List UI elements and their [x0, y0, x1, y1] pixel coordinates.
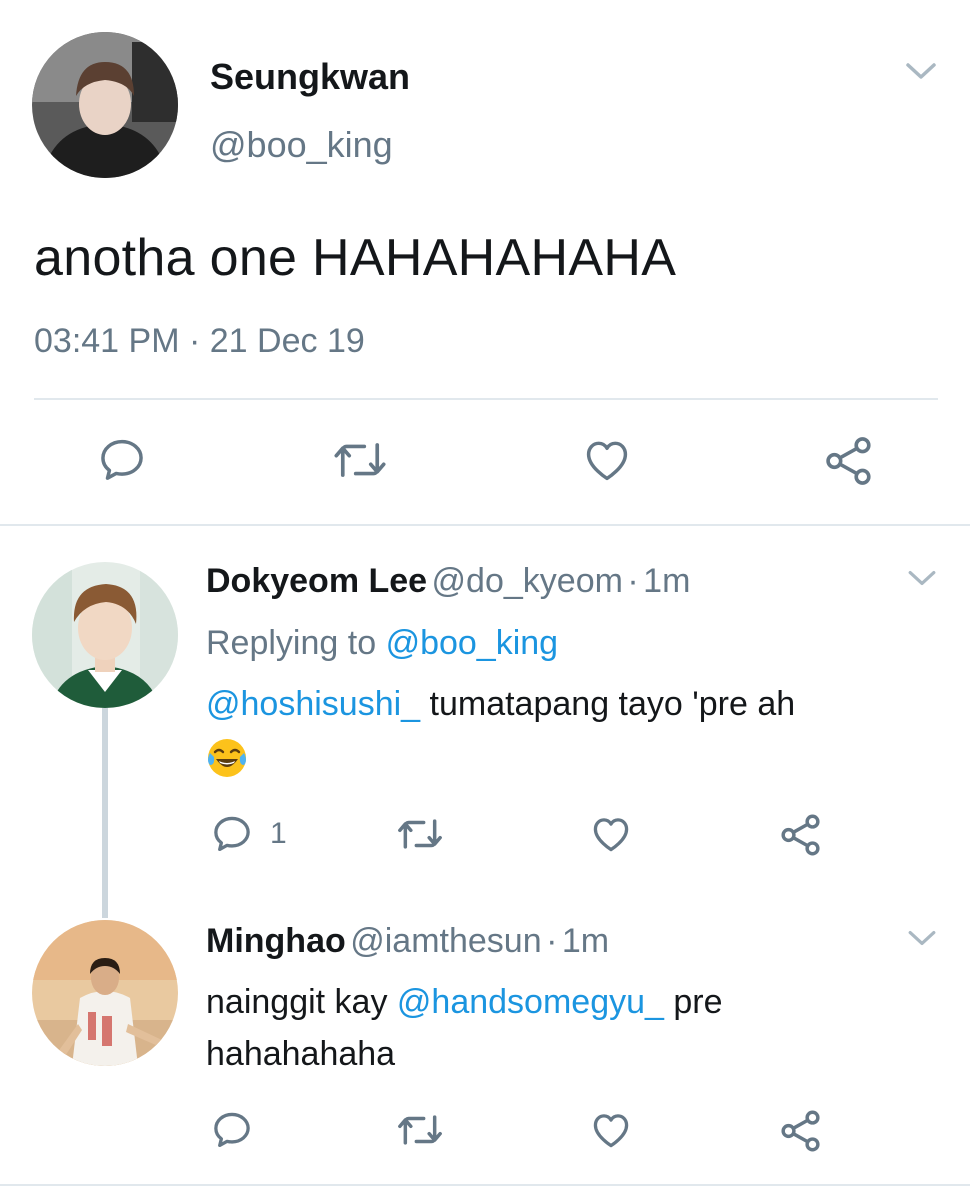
like-button[interactable] [580, 434, 634, 486]
reply-text: @hoshisushi_ tumatapang tayo 'pre ah [206, 678, 926, 782]
mention-link[interactable]: @handsomegyu_ [397, 983, 664, 1021]
reply-body-prefix: nainggit kay [206, 983, 397, 1021]
reply-handle[interactable]: @iamthesun [350, 922, 541, 960]
reply-display-name[interactable]: Minghao [206, 922, 346, 960]
reply-button[interactable] [210, 1108, 254, 1152]
reply-age[interactable]: 1m [562, 922, 609, 960]
bottom-divider [0, 1184, 970, 1186]
reply-age[interactable]: 1m [643, 562, 690, 600]
tears-of-joy-emoji-icon [206, 737, 248, 779]
main-tweet-timestamp[interactable]: 03:41 PM · 21 Dec 19 [34, 322, 365, 361]
reply-button[interactable]: 1 [210, 812, 287, 856]
section-divider [0, 524, 970, 526]
retweet-icon [334, 443, 386, 477]
reply-body-line2: hahahahaha [206, 1035, 396, 1073]
reply-header: Minghao @iamthesun · 1m [206, 922, 609, 961]
main-tweet-separator: · [188, 322, 201, 360]
thread-connector-line [102, 708, 108, 918]
retweet-button[interactable] [396, 812, 444, 856]
share-icon [826, 437, 871, 485]
main-tweet-display-name[interactable]: Seungkwan [210, 56, 410, 98]
replying-to-mention-link[interactable]: @boo_king [386, 624, 559, 662]
reply-avatar[interactable] [32, 562, 178, 708]
share-button[interactable] [822, 434, 876, 488]
share-icon [781, 814, 820, 856]
reply-icon [101, 439, 143, 480]
chevron-down-icon[interactable] [906, 928, 938, 948]
share-button[interactable] [778, 1108, 824, 1154]
replying-to-line: Replying to @boo_king [206, 624, 558, 663]
share-icon [781, 1110, 820, 1152]
reply-text: nainggit kay @handsomegyu_ pre hahahahah… [206, 976, 926, 1080]
like-icon [593, 1114, 629, 1148]
main-tweet-time: 03:41 PM [34, 322, 180, 360]
reply-display-name[interactable]: Dokyeom Lee [206, 562, 427, 600]
share-button[interactable] [778, 812, 824, 858]
like-icon [593, 818, 629, 852]
reply-button[interactable] [96, 434, 148, 486]
reply-body-text: tumatapang tayo 'pre ah [420, 685, 796, 723]
mention-link[interactable]: @hoshisushi_ [206, 685, 420, 723]
reply-handle[interactable]: @do_kyeom [432, 562, 623, 600]
reply-avatar[interactable] [32, 920, 178, 1066]
reply-icon [214, 1112, 250, 1148]
main-tweet-date: 21 Dec 19 [209, 322, 365, 360]
retweet-button[interactable] [332, 434, 388, 486]
main-tweet-text: anotha one HAHAHAHAHA [34, 229, 677, 287]
chevron-down-icon[interactable] [904, 60, 938, 82]
main-tweet-divider [34, 398, 938, 400]
like-button[interactable] [588, 812, 634, 856]
main-tweet-avatar[interactable] [32, 32, 178, 178]
reply-header: Dokyeom Lee @do_kyeom · 1m [206, 562, 690, 601]
retweet-button[interactable] [396, 1108, 444, 1152]
reply-icon [214, 816, 250, 852]
chevron-down-icon[interactable] [906, 568, 938, 588]
like-button[interactable] [588, 1108, 634, 1152]
reply-separator: · [627, 562, 639, 600]
retweet-icon [398, 819, 442, 849]
retweet-icon [398, 1115, 442, 1145]
replying-to-label: Replying to [206, 624, 377, 662]
like-icon [586, 441, 628, 481]
reply-body-suffix: pre [663, 983, 723, 1021]
reply-count: 1 [270, 817, 287, 850]
main-tweet-handle[interactable]: @boo_king [210, 124, 393, 166]
reply-separator: · [546, 922, 558, 960]
